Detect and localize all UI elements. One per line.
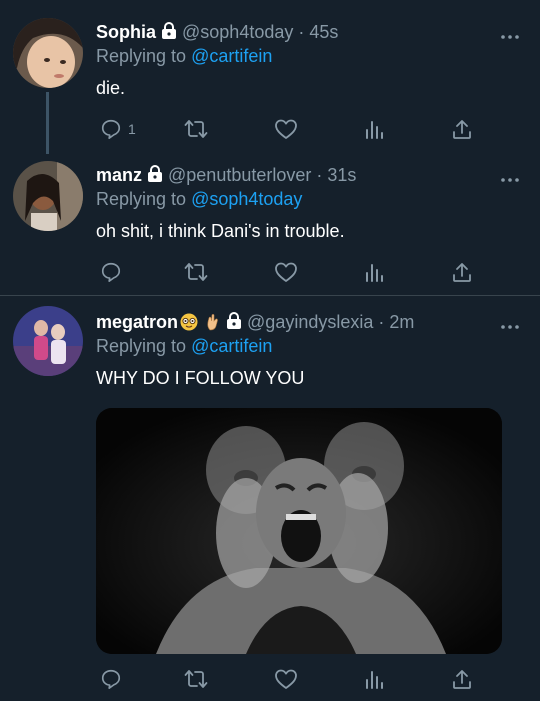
retweet-icon <box>184 120 208 138</box>
display-name[interactable]: megatron <box>96 312 178 332</box>
tweet-text: oh shit, i think Dani's in trouble. <box>96 221 345 241</box>
share-icon <box>453 670 471 689</box>
handle[interactable]: @gayindyslexia <box>247 312 373 332</box>
tweet-actions <box>96 260 496 284</box>
tweet-text: die. <box>96 78 126 98</box>
replying-prefix: Replying to <box>96 336 187 356</box>
reply-count: 1 <box>128 121 136 137</box>
avatar[interactable] <box>13 306 83 376</box>
more-options-icon[interactable] <box>500 317 520 329</box>
reply-button[interactable] <box>100 260 122 284</box>
like-button[interactable] <box>274 667 298 691</box>
like-button[interactable] <box>274 260 298 284</box>
heart-icon <box>275 669 297 689</box>
tweet-actions <box>96 667 496 691</box>
lock-icon <box>160 22 178 45</box>
share-button[interactable] <box>452 667 472 691</box>
analytics-button[interactable] <box>364 667 384 691</box>
thread-line <box>46 92 49 154</box>
handle[interactable]: @soph4today <box>182 22 293 42</box>
share-icon <box>453 263 471 282</box>
reply-icon <box>101 119 121 139</box>
heart-icon <box>275 119 297 139</box>
replying-to: Replying to @soph4today <box>96 189 302 210</box>
retweet-button[interactable] <box>184 667 208 691</box>
mention-link[interactable]: @soph4today <box>191 189 302 209</box>
tweet-text: WHY DO I FOLLOW YOU <box>96 368 305 388</box>
tweet-actions: 1 <box>96 117 496 141</box>
replying-prefix: Replying to <box>96 46 187 66</box>
display-name[interactable]: manz <box>96 165 142 185</box>
share-button[interactable] <box>452 117 472 141</box>
reply-icon <box>101 669 121 689</box>
lock-icon <box>146 165 164 188</box>
more-options-icon[interactable] <box>500 170 520 182</box>
avatar[interactable] <box>13 18 83 88</box>
replying-prefix: Replying to <box>96 189 187 209</box>
nerd-face-emoji <box>180 313 198 336</box>
reply-icon <box>101 262 121 282</box>
share-icon <box>453 120 471 139</box>
replying-to: Replying to @cartifein <box>96 46 272 67</box>
mention-link[interactable]: @cartifein <box>191 46 272 66</box>
retweet-button[interactable] <box>184 117 208 141</box>
tweet-header: megatron @gayindyslexia · 2m <box>96 312 414 336</box>
tweet-media-gif[interactable] <box>96 408 502 654</box>
analytics-icon <box>366 671 383 689</box>
timestamp[interactable]: · 45s <box>298 22 338 42</box>
retweet-icon <box>184 670 208 688</box>
pinching-hand-emoji <box>205 313 221 336</box>
tweet-header: Sophia @soph4today · 45s <box>96 22 338 45</box>
replying-to: Replying to @cartifein <box>96 336 272 357</box>
reply-button[interactable] <box>100 667 122 691</box>
analytics-icon <box>366 264 383 282</box>
mention-link[interactable]: @cartifein <box>191 336 272 356</box>
timestamp[interactable]: · 31s <box>316 165 356 185</box>
display-name[interactable]: Sophia <box>96 22 156 42</box>
reply-button[interactable]: 1 <box>100 117 136 141</box>
heart-icon <box>275 262 297 282</box>
like-button[interactable] <box>274 117 298 141</box>
tweet-sophia[interactable]: Sophia @soph4today · 45s Replying to @car… <box>0 0 540 154</box>
more-options-icon[interactable] <box>500 27 520 39</box>
tweet-header: manz @penutbuterlover · 31s <box>96 165 356 188</box>
handle[interactable]: @penutbuterlover <box>168 165 311 185</box>
retweet-icon <box>184 263 208 281</box>
timestamp[interactable]: · 2m <box>378 312 414 332</box>
analytics-button[interactable] <box>364 117 384 141</box>
analytics-button[interactable] <box>364 260 384 284</box>
retweet-button[interactable] <box>184 260 208 284</box>
screaming-man-image <box>96 408 502 654</box>
share-button[interactable] <box>452 260 472 284</box>
avatar[interactable] <box>13 161 83 231</box>
lock-icon <box>225 312 243 335</box>
analytics-icon <box>366 121 383 139</box>
tweet-manz[interactable]: manz @penutbuterlover · 31s Replying to @… <box>0 150 540 295</box>
